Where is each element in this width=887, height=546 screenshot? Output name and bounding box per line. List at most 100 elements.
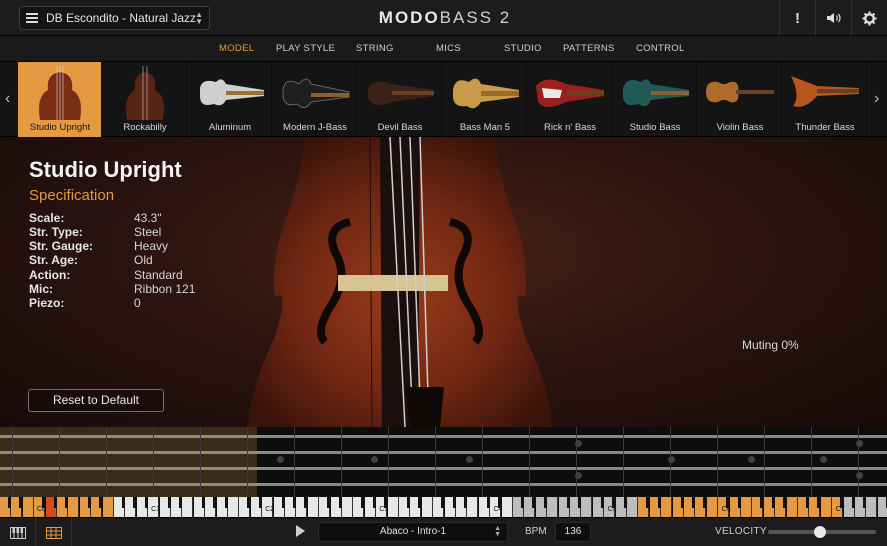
tab-mics[interactable]: MICS <box>436 43 461 54</box>
white-key[interactable] <box>228 497 239 517</box>
bass-label: Thunder Bass <box>795 122 855 133</box>
white-key[interactable] <box>22 497 34 517</box>
bass-label: Devil Bass <box>377 122 423 133</box>
bpm-field[interactable]: 136 <box>555 522 591 542</box>
octave-label: C5 <box>607 506 617 513</box>
fret-marker-dot <box>575 440 582 447</box>
rick-bass-thumb <box>536 79 604 107</box>
logo-rest: BASS 2 <box>439 8 512 27</box>
spec-key: Str. Gauge: <box>29 239 94 253</box>
bass-label: Studio Upright <box>29 122 91 133</box>
spec-value: Old <box>134 253 153 267</box>
bass-label: Bass Man 5 <box>459 122 511 133</box>
bass-rick-n-bass[interactable]: Rick n' Bass <box>528 62 612 137</box>
fret-line <box>341 427 342 497</box>
scroll-right-icon[interactable]: › <box>874 90 879 108</box>
white-key[interactable] <box>581 497 593 517</box>
scroll-left-icon[interactable]: ‹ <box>5 90 10 108</box>
bass-label: Rockabilly <box>123 122 167 133</box>
tab-studio[interactable]: STUDIO <box>504 43 542 54</box>
white-key[interactable] <box>661 497 673 517</box>
white-key[interactable] <box>786 497 798 517</box>
tab-model[interactable]: MODEL <box>219 43 254 54</box>
title-bar: DB Escondito - Natural Jazz ▲ ▼ MODOBASS … <box>0 0 887 36</box>
bass-model-strip: ‹ Studio Upright Rockabilly Aluminum Mod… <box>0 62 887 137</box>
studio-bass-thumb <box>623 79 689 107</box>
white-key[interactable] <box>741 497 752 517</box>
fretboard[interactable] <box>0 427 887 497</box>
bass-studio-bass[interactable]: Studio Bass <box>613 62 697 137</box>
fretboard-view-button[interactable] <box>36 518 72 546</box>
tab-string[interactable]: STRING <box>356 43 394 54</box>
hamburger-menu-icon[interactable] <box>26 13 38 23</box>
logo-bold: MODO <box>378 8 440 27</box>
fretboard-string[interactable] <box>0 435 887 438</box>
up-down-chevron-icon[interactable]: ▲ ▼ <box>195 11 203 26</box>
spec-value: Ribbon 121 <box>134 282 196 296</box>
white-key[interactable] <box>307 497 319 517</box>
white-key[interactable] <box>68 497 80 517</box>
bass-violin-bass[interactable]: Violin Bass <box>698 62 782 137</box>
fret-line <box>106 427 107 497</box>
white-key[interactable] <box>421 497 433 517</box>
preset-name: DB Escondito - Natural Jazz <box>46 11 197 25</box>
muting-readout[interactable]: Muting 0% <box>742 338 799 352</box>
bass-bass-man-5[interactable]: Bass Man 5 <box>443 62 527 137</box>
bass-studio-upright[interactable]: Studio Upright <box>18 62 102 137</box>
white-key[interactable] <box>866 497 878 517</box>
white-key[interactable] <box>706 497 718 517</box>
volume-button[interactable] <box>815 0 851 36</box>
fret-marker-dot <box>668 456 675 463</box>
fret-line <box>811 427 812 497</box>
fret-marker-dot <box>856 440 863 447</box>
settings-button[interactable] <box>851 0 887 36</box>
spec-value: Heavy <box>134 239 169 253</box>
alert-button[interactable]: ! <box>779 0 815 36</box>
white-key[interactable] <box>547 497 559 517</box>
white-key[interactable] <box>342 497 353 517</box>
fretboard-string[interactable] <box>0 451 887 454</box>
bass-devil-bass[interactable]: Devil Bass <box>358 62 442 137</box>
octave-label: C6 <box>721 506 731 513</box>
bass-label: Aluminum <box>208 122 252 133</box>
pattern-selector[interactable]: Abaco - Intro-1 ▲ ▼ <box>318 522 508 542</box>
tab-patterns[interactable]: PATTERNS <box>563 43 615 54</box>
white-key[interactable] <box>627 497 638 517</box>
bass-thunder-bass[interactable]: Thunder Bass <box>783 62 867 137</box>
reset-to-default-button[interactable]: Reset to Default <box>28 389 164 412</box>
fret-line <box>247 427 248 497</box>
white-key[interactable] <box>467 497 479 517</box>
white-key[interactable] <box>820 497 832 517</box>
fret-marker-dot <box>575 472 582 479</box>
bass-rockabilly[interactable]: Rockabilly <box>103 62 187 137</box>
fret-line <box>717 427 718 497</box>
velocity-slider-knob[interactable] <box>813 526 826 538</box>
keyboard-view-button[interactable] <box>0 518 36 546</box>
piano-keyboard[interactable]: C0 C1 C2 C3 C4 C5 C6 C7 <box>0 497 887 517</box>
fret-marker-dot <box>277 456 284 463</box>
fret-marker-dot <box>820 456 827 463</box>
tab-control[interactable]: CONTROL <box>636 43 685 54</box>
gear-icon <box>862 10 877 26</box>
fretboard-string[interactable] <box>0 467 887 470</box>
white-key[interactable] <box>501 497 513 517</box>
fretboard-string[interactable] <box>0 483 887 486</box>
white-key[interactable] <box>102 497 114 517</box>
play-icon[interactable] <box>296 525 305 537</box>
spec-row-str-gauge: Str. Gauge: Heavy <box>29 239 229 253</box>
bass-aluminum[interactable]: Aluminum <box>188 62 272 137</box>
octave-label: C2 <box>265 506 275 513</box>
white-key[interactable] <box>182 497 194 517</box>
tab-play-style[interactable]: PLAY STYLE <box>276 43 335 54</box>
spec-key: Scale: <box>29 211 65 225</box>
preset-selector[interactable]: DB Escondito - Natural Jazz ▲ ▼ <box>19 6 210 30</box>
transport-bar: Abaco - Intro-1 ▲ ▼ BPM 136 VELOCITY <box>0 517 887 546</box>
velocity-slider[interactable] <box>768 526 876 538</box>
octave-label: C7 <box>835 506 845 513</box>
white-key[interactable] <box>387 497 399 517</box>
spec-key: Str. Age: <box>29 253 78 267</box>
fret-marker-dot <box>856 472 863 479</box>
fret-line <box>858 427 859 497</box>
fret-line <box>153 427 154 497</box>
bass-modern-j-bass[interactable]: Modern J-Bass <box>273 62 357 137</box>
